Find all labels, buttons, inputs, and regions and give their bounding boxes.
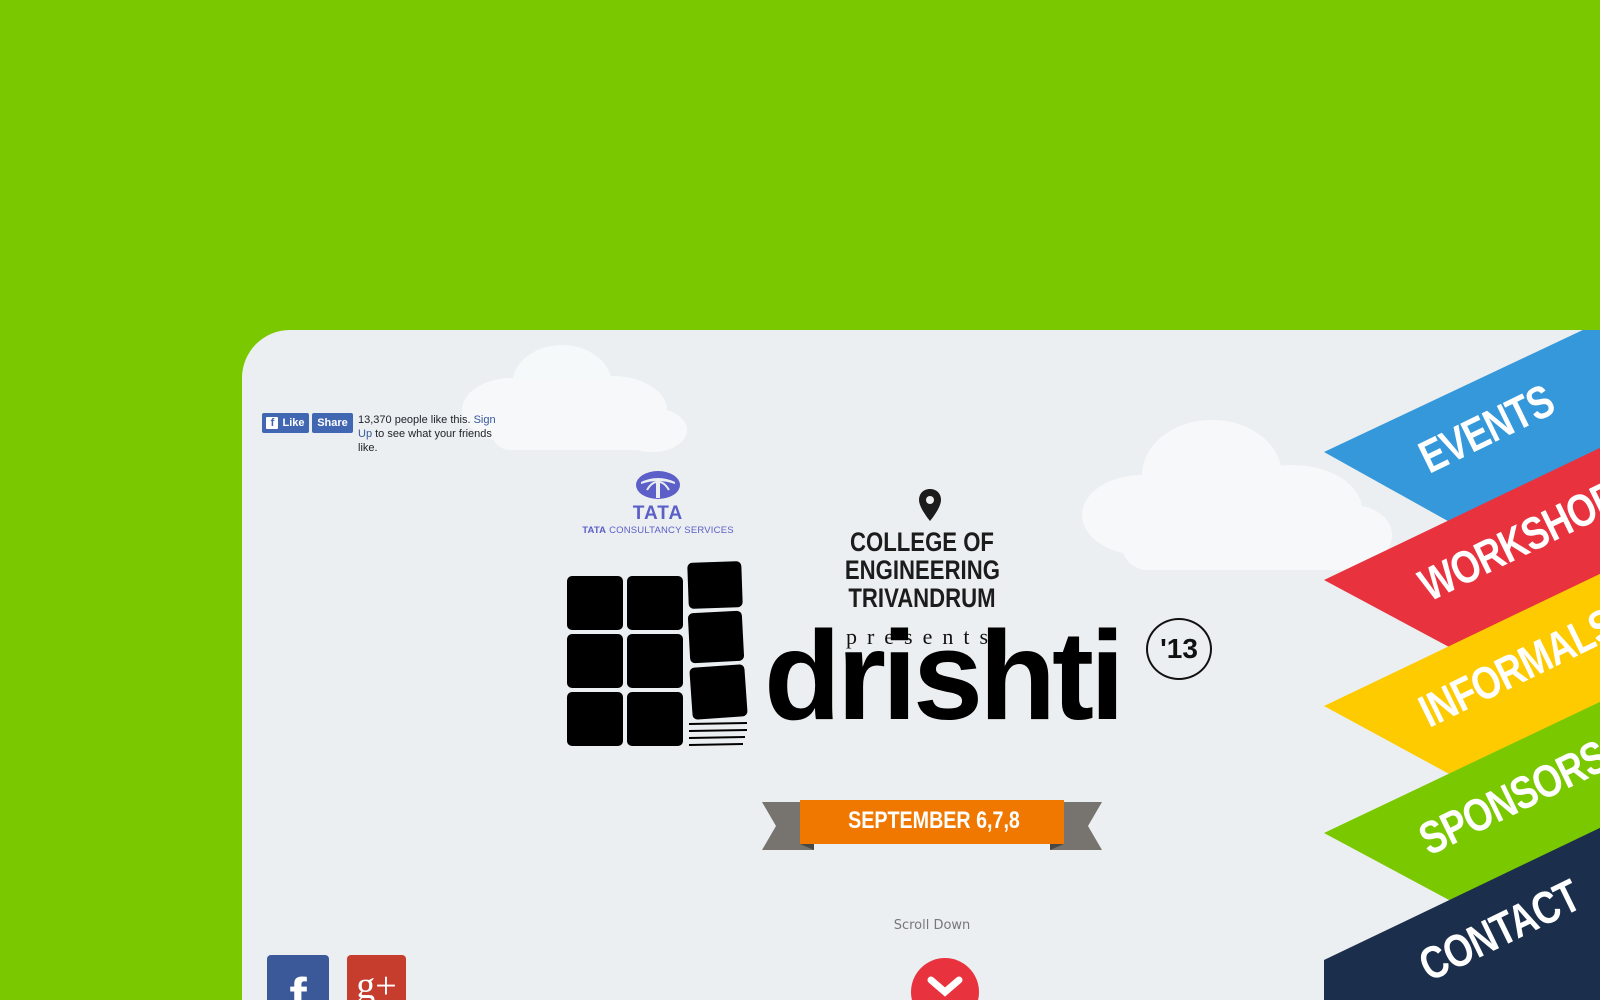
google-plus-button[interactable]: g+ — [347, 955, 406, 1000]
like-label: Like — [282, 417, 305, 429]
year-badge: '13 — [1146, 618, 1212, 680]
facebook-icon: f — [289, 968, 307, 1000]
like-count-text: 13,370 people like this. Sign Up to see … — [358, 413, 500, 455]
main-panel: f Like Share 13,370 people like this. Si… — [242, 330, 1600, 1000]
google-plus-icon: g+ — [356, 965, 397, 1000]
share-label: Share — [317, 417, 348, 429]
tcs-subtitle: TATA CONSULTANCY SERVICES — [582, 525, 734, 536]
facebook-share-button[interactable]: Share — [312, 413, 353, 433]
scroll-down-button[interactable] — [911, 958, 979, 1000]
college-line-2: ENGINEERING — [844, 555, 1000, 585]
chevron-down-icon — [927, 976, 963, 997]
scroll-down-label: Scroll Down — [893, 918, 971, 933]
facebook-like-button[interactable]: f Like — [262, 413, 309, 433]
college-name: COLLEGE OF ENGINEERING TRIVANDRUM — [844, 527, 1000, 612]
tata-wordmark: TATA — [632, 503, 684, 524]
main-navigation: EVENTS WORKSHOPS INFORMALS SPONSORS CONT… — [1324, 330, 1600, 1000]
college-line-1: COLLEGE OF — [850, 527, 994, 557]
facebook-icon: f — [266, 417, 279, 429]
tcs-logo: TATA TATA CONSULTANCY SERVICES — [578, 470, 738, 536]
facebook-button[interactable]: f — [267, 955, 329, 1000]
like-suffix: to see what your friends like. — [358, 428, 492, 454]
event-dates: SEPTEMBER 6,7,8 — [848, 807, 1020, 834]
drishti-grid-logo — [567, 561, 748, 746]
location-pin-icon — [919, 489, 941, 521]
tata-emblem-icon — [636, 471, 680, 499]
like-count: 13,370 people like this. — [358, 414, 471, 426]
drishti-wordmark: drishti — [764, 605, 1125, 746]
